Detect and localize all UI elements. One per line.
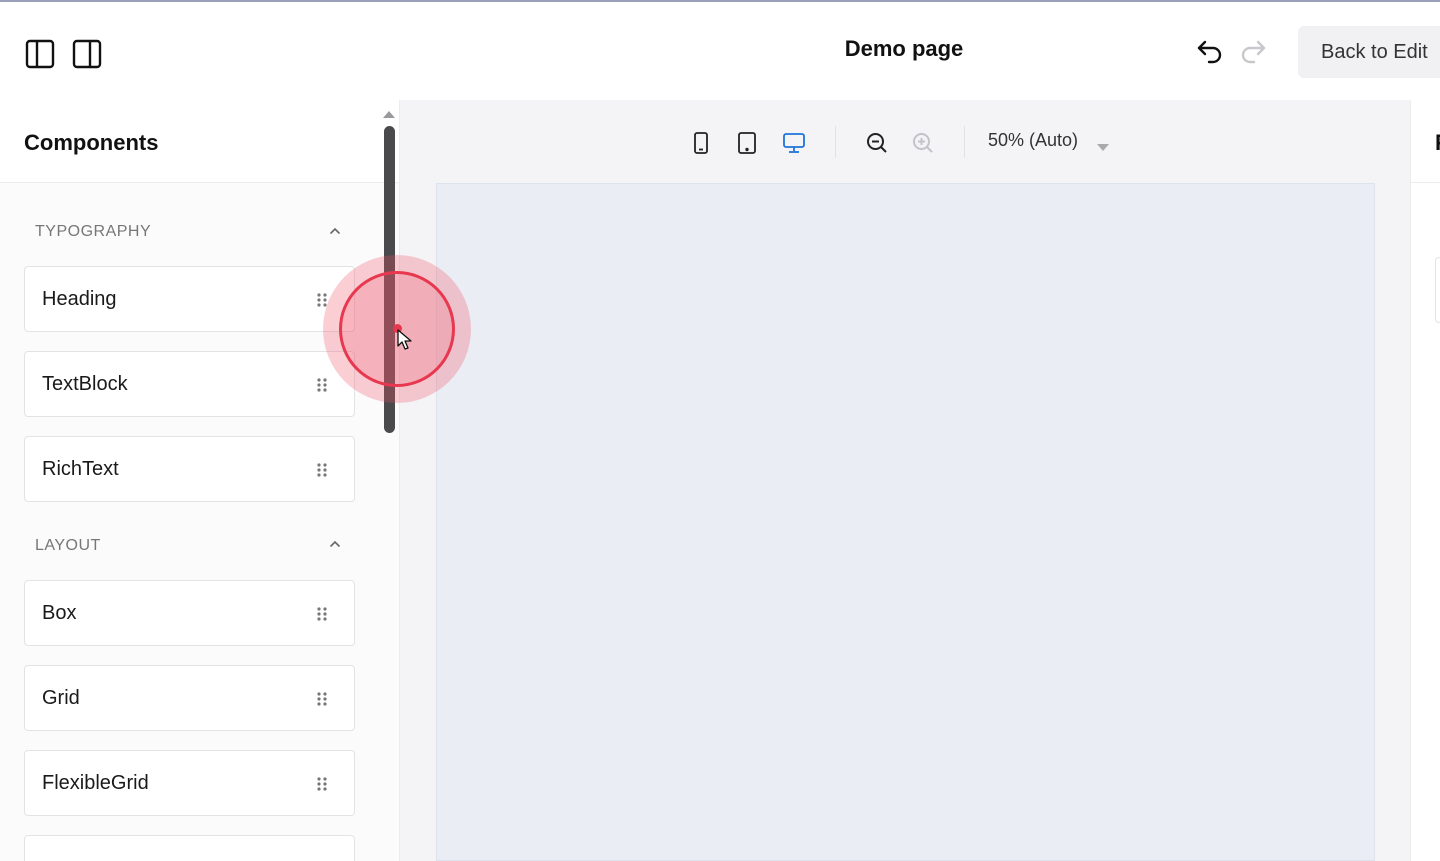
redo-icon (1238, 36, 1268, 66)
zoom-out-icon[interactable] (864, 130, 890, 156)
drag-handle-icon[interactable] (316, 776, 328, 792)
component-item-box[interactable]: Box (24, 580, 355, 646)
zoom-level-select[interactable]: 50% (Auto) (988, 130, 1078, 151)
toolbar-divider (964, 126, 965, 158)
app-header: Demo page Back to Edit (0, 2, 1440, 100)
drag-handle-icon[interactable] (316, 691, 328, 707)
component-label: Heading (42, 288, 117, 310)
chevron-up-icon[interactable] (326, 224, 344, 238)
component-label: TextBlock (42, 373, 128, 395)
drag-handle-icon[interactable] (316, 377, 328, 393)
section-header-typography[interactable]: TYPOGRAPHY (35, 223, 151, 241)
mouse-pointer-icon (397, 329, 413, 351)
desktop-viewport-icon[interactable] (781, 130, 807, 156)
sidebar-header: Components (0, 100, 399, 183)
drag-handle-icon[interactable] (316, 606, 328, 622)
component-label: RichText (42, 458, 119, 480)
chevron-up-icon[interactable] (326, 537, 344, 551)
component-label: Box (42, 602, 77, 624)
caret-down-icon[interactable] (1097, 139, 1109, 151)
toolbar-divider (835, 126, 836, 158)
scroll-up-arrow-icon[interactable] (382, 106, 396, 118)
component-item-grid[interactable]: Grid (24, 665, 355, 731)
component-label: FlexibleGrid (42, 772, 149, 794)
mobile-viewport-icon[interactable] (688, 130, 714, 156)
tablet-viewport-icon[interactable] (734, 130, 760, 156)
component-item-partial[interactable] (24, 835, 355, 861)
components-sidebar: Components TYPOGRAPHY Heading TextBlock … (0, 100, 400, 861)
properties-panel-title: P (1435, 130, 1440, 156)
section-header-layout[interactable]: LAYOUT (35, 537, 101, 555)
properties-panel: P (1410, 100, 1440, 861)
drag-handle-icon[interactable] (316, 462, 328, 478)
zoom-in-icon (910, 130, 936, 156)
component-item-textblock[interactable]: TextBlock (24, 351, 355, 417)
component-item-flexiblegrid[interactable]: FlexibleGrid (24, 750, 355, 816)
back-to-edit-button[interactable]: Back to Edit (1298, 26, 1440, 78)
properties-field[interactable] (1435, 257, 1440, 323)
undo-icon[interactable] (1195, 36, 1225, 66)
properties-panel-header: P (1411, 100, 1440, 183)
component-label: Grid (42, 687, 80, 709)
component-item-richtext[interactable]: RichText (24, 436, 355, 502)
preview-frame[interactable] (436, 183, 1375, 861)
sidebar-title: Components (24, 130, 159, 155)
component-item-heading[interactable]: Heading (24, 266, 355, 332)
